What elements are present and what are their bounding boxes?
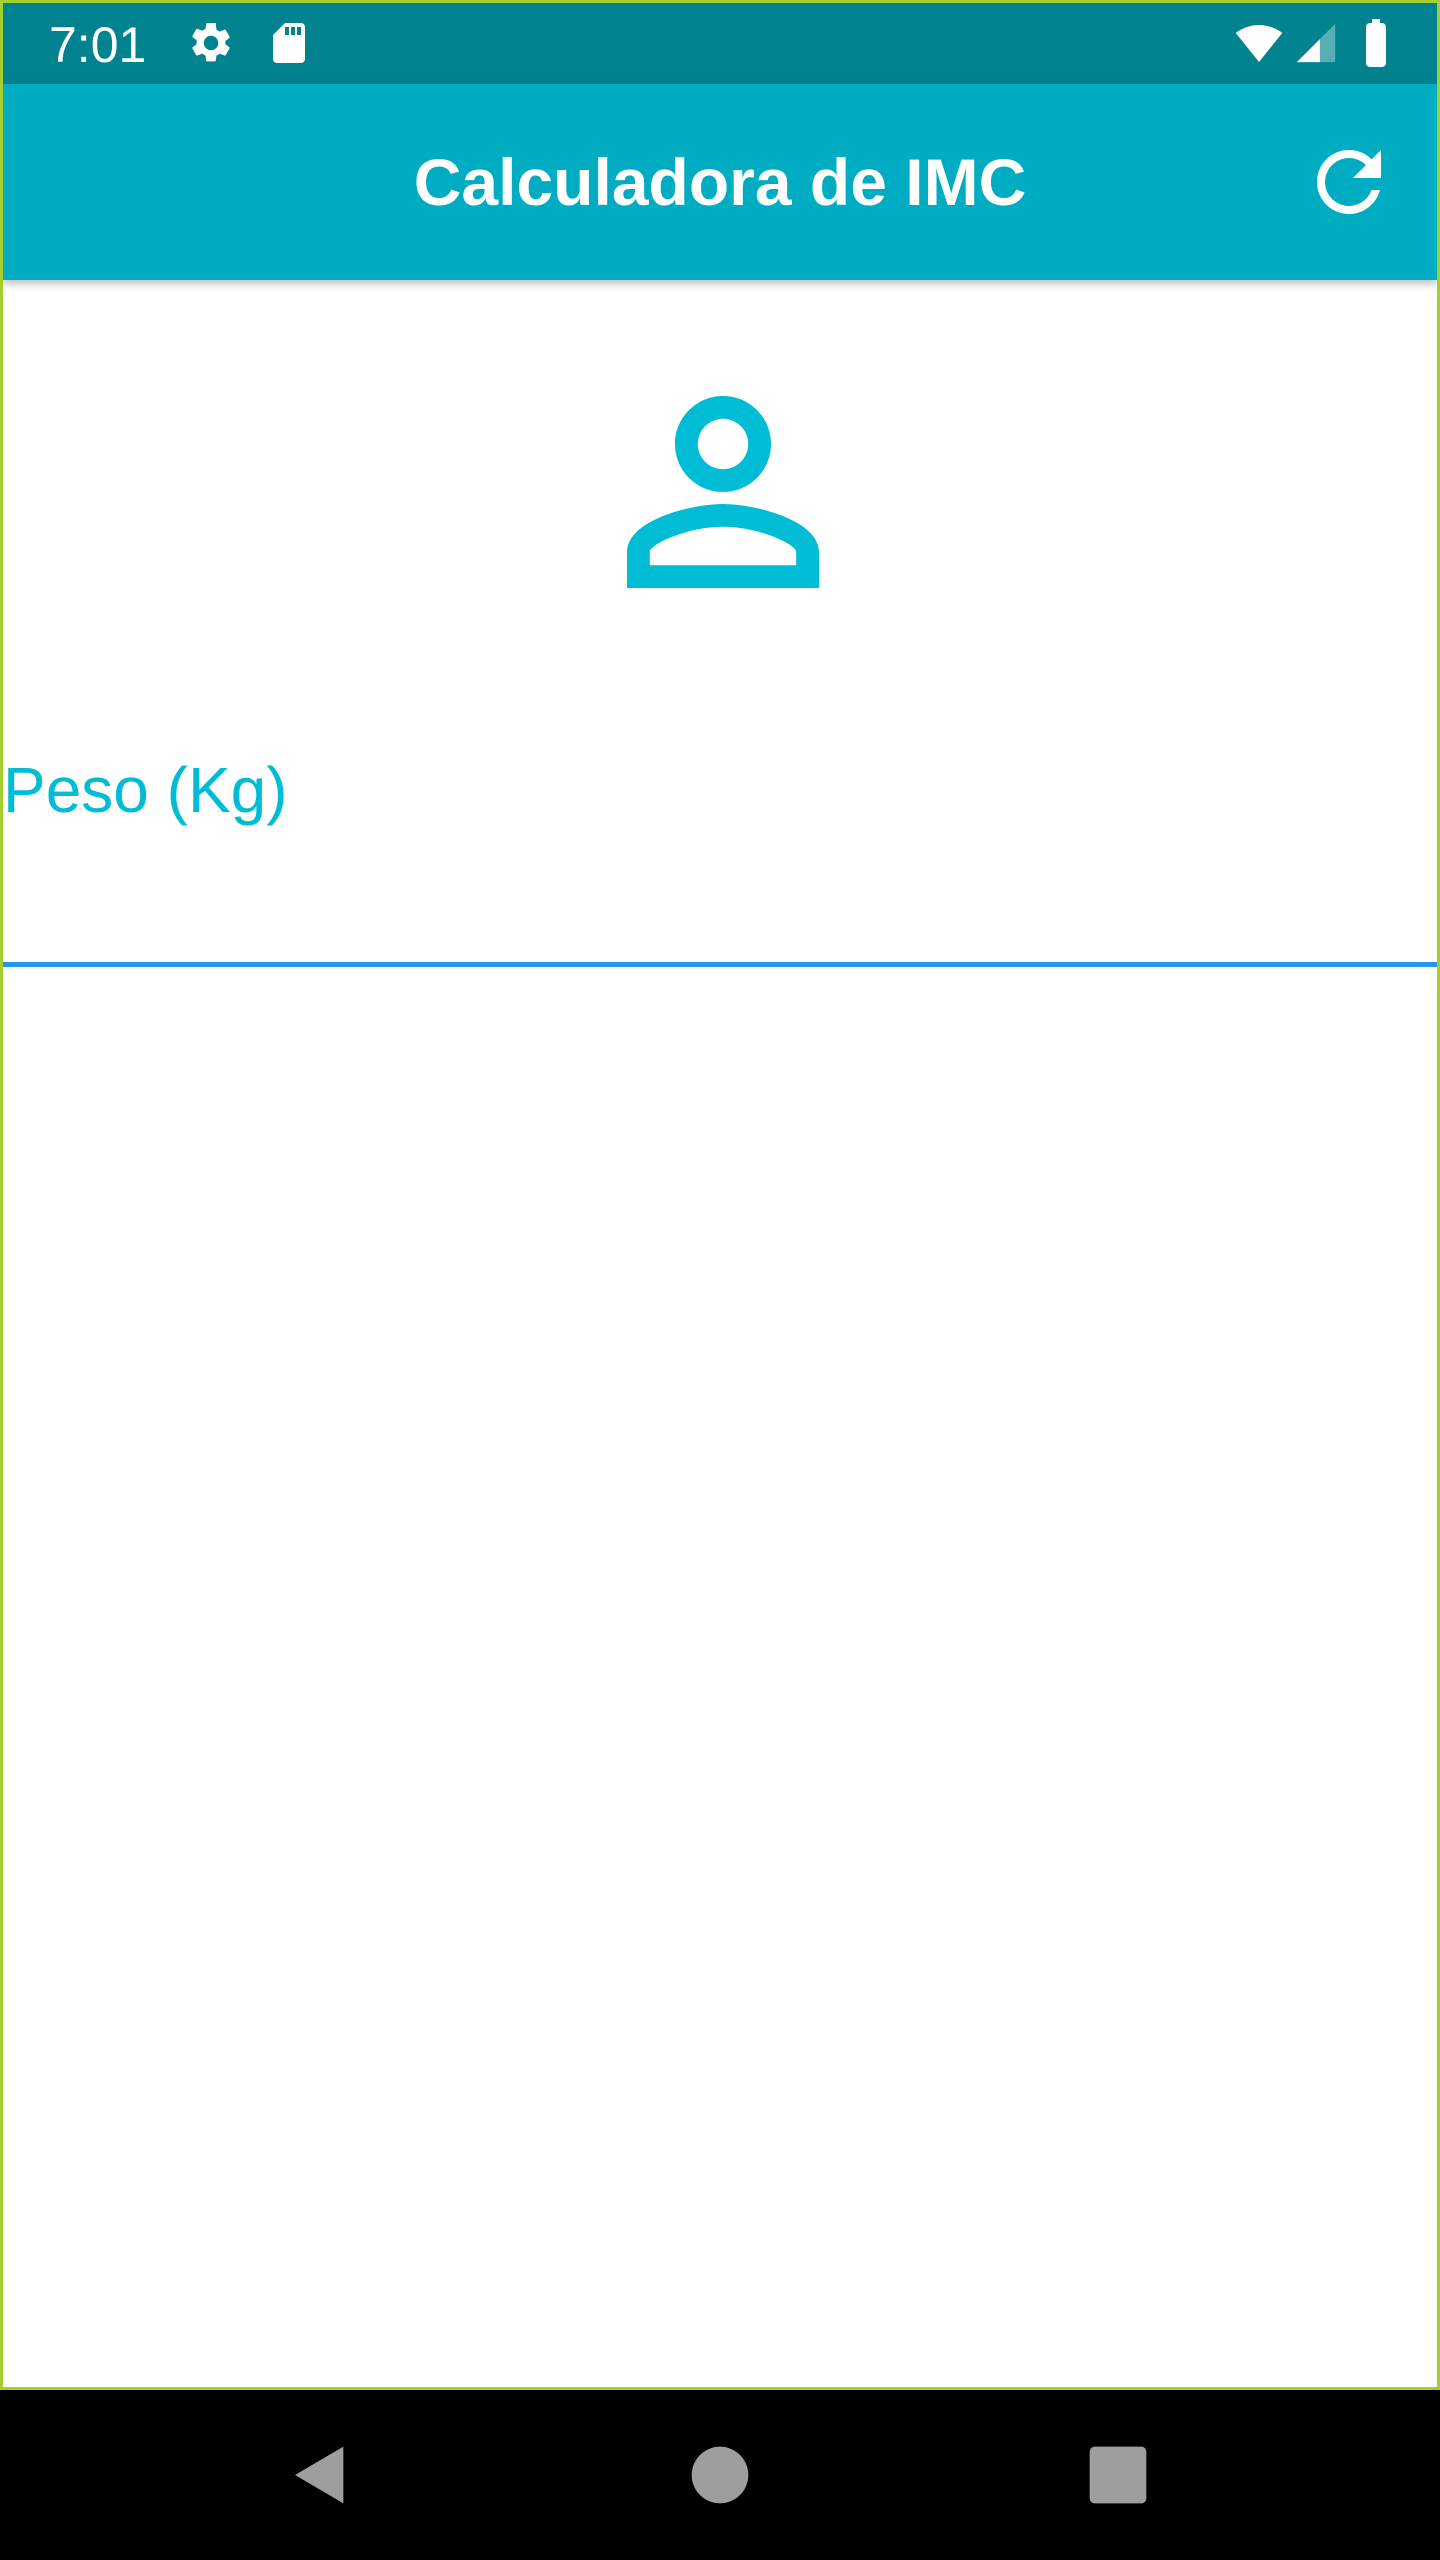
- weight-field-underline: [3, 962, 1437, 967]
- refresh-icon: [1301, 134, 1397, 230]
- system-nav-bar: [0, 2390, 1440, 2560]
- weight-field-label: Peso (Kg): [3, 754, 288, 826]
- back-icon: [280, 2435, 360, 2515]
- page-title: Calculadora de IMC: [413, 145, 1027, 219]
- sd-card-icon: [265, 19, 313, 67]
- weight-input[interactable]: [3, 850, 1437, 940]
- status-time: 7:01: [49, 17, 147, 73]
- recents-icon: [1078, 2435, 1158, 2515]
- main-content: Peso (Kg): [3, 280, 1437, 2387]
- refresh-button[interactable]: [1301, 134, 1397, 230]
- weight-field[interactable]: Peso (Kg): [3, 740, 1437, 970]
- status-bar: 7:01: [3, 3, 1437, 84]
- app-bar: Calculadora de IMC: [3, 84, 1437, 280]
- nav-recents-button[interactable]: [1078, 2435, 1158, 2515]
- wifi-icon: [1231, 19, 1287, 67]
- home-icon: [680, 2435, 760, 2515]
- nav-home-button[interactable]: [680, 2435, 760, 2515]
- nav-back-button[interactable]: [280, 2435, 360, 2515]
- app-screen: 7:01 Calculadora de IMC Peso (Kg): [0, 0, 1440, 2390]
- cell-signal-icon: [1293, 19, 1339, 67]
- settings-icon: [187, 19, 235, 67]
- battery-icon: [1355, 19, 1397, 67]
- person-outline-icon: [579, 348, 867, 636]
